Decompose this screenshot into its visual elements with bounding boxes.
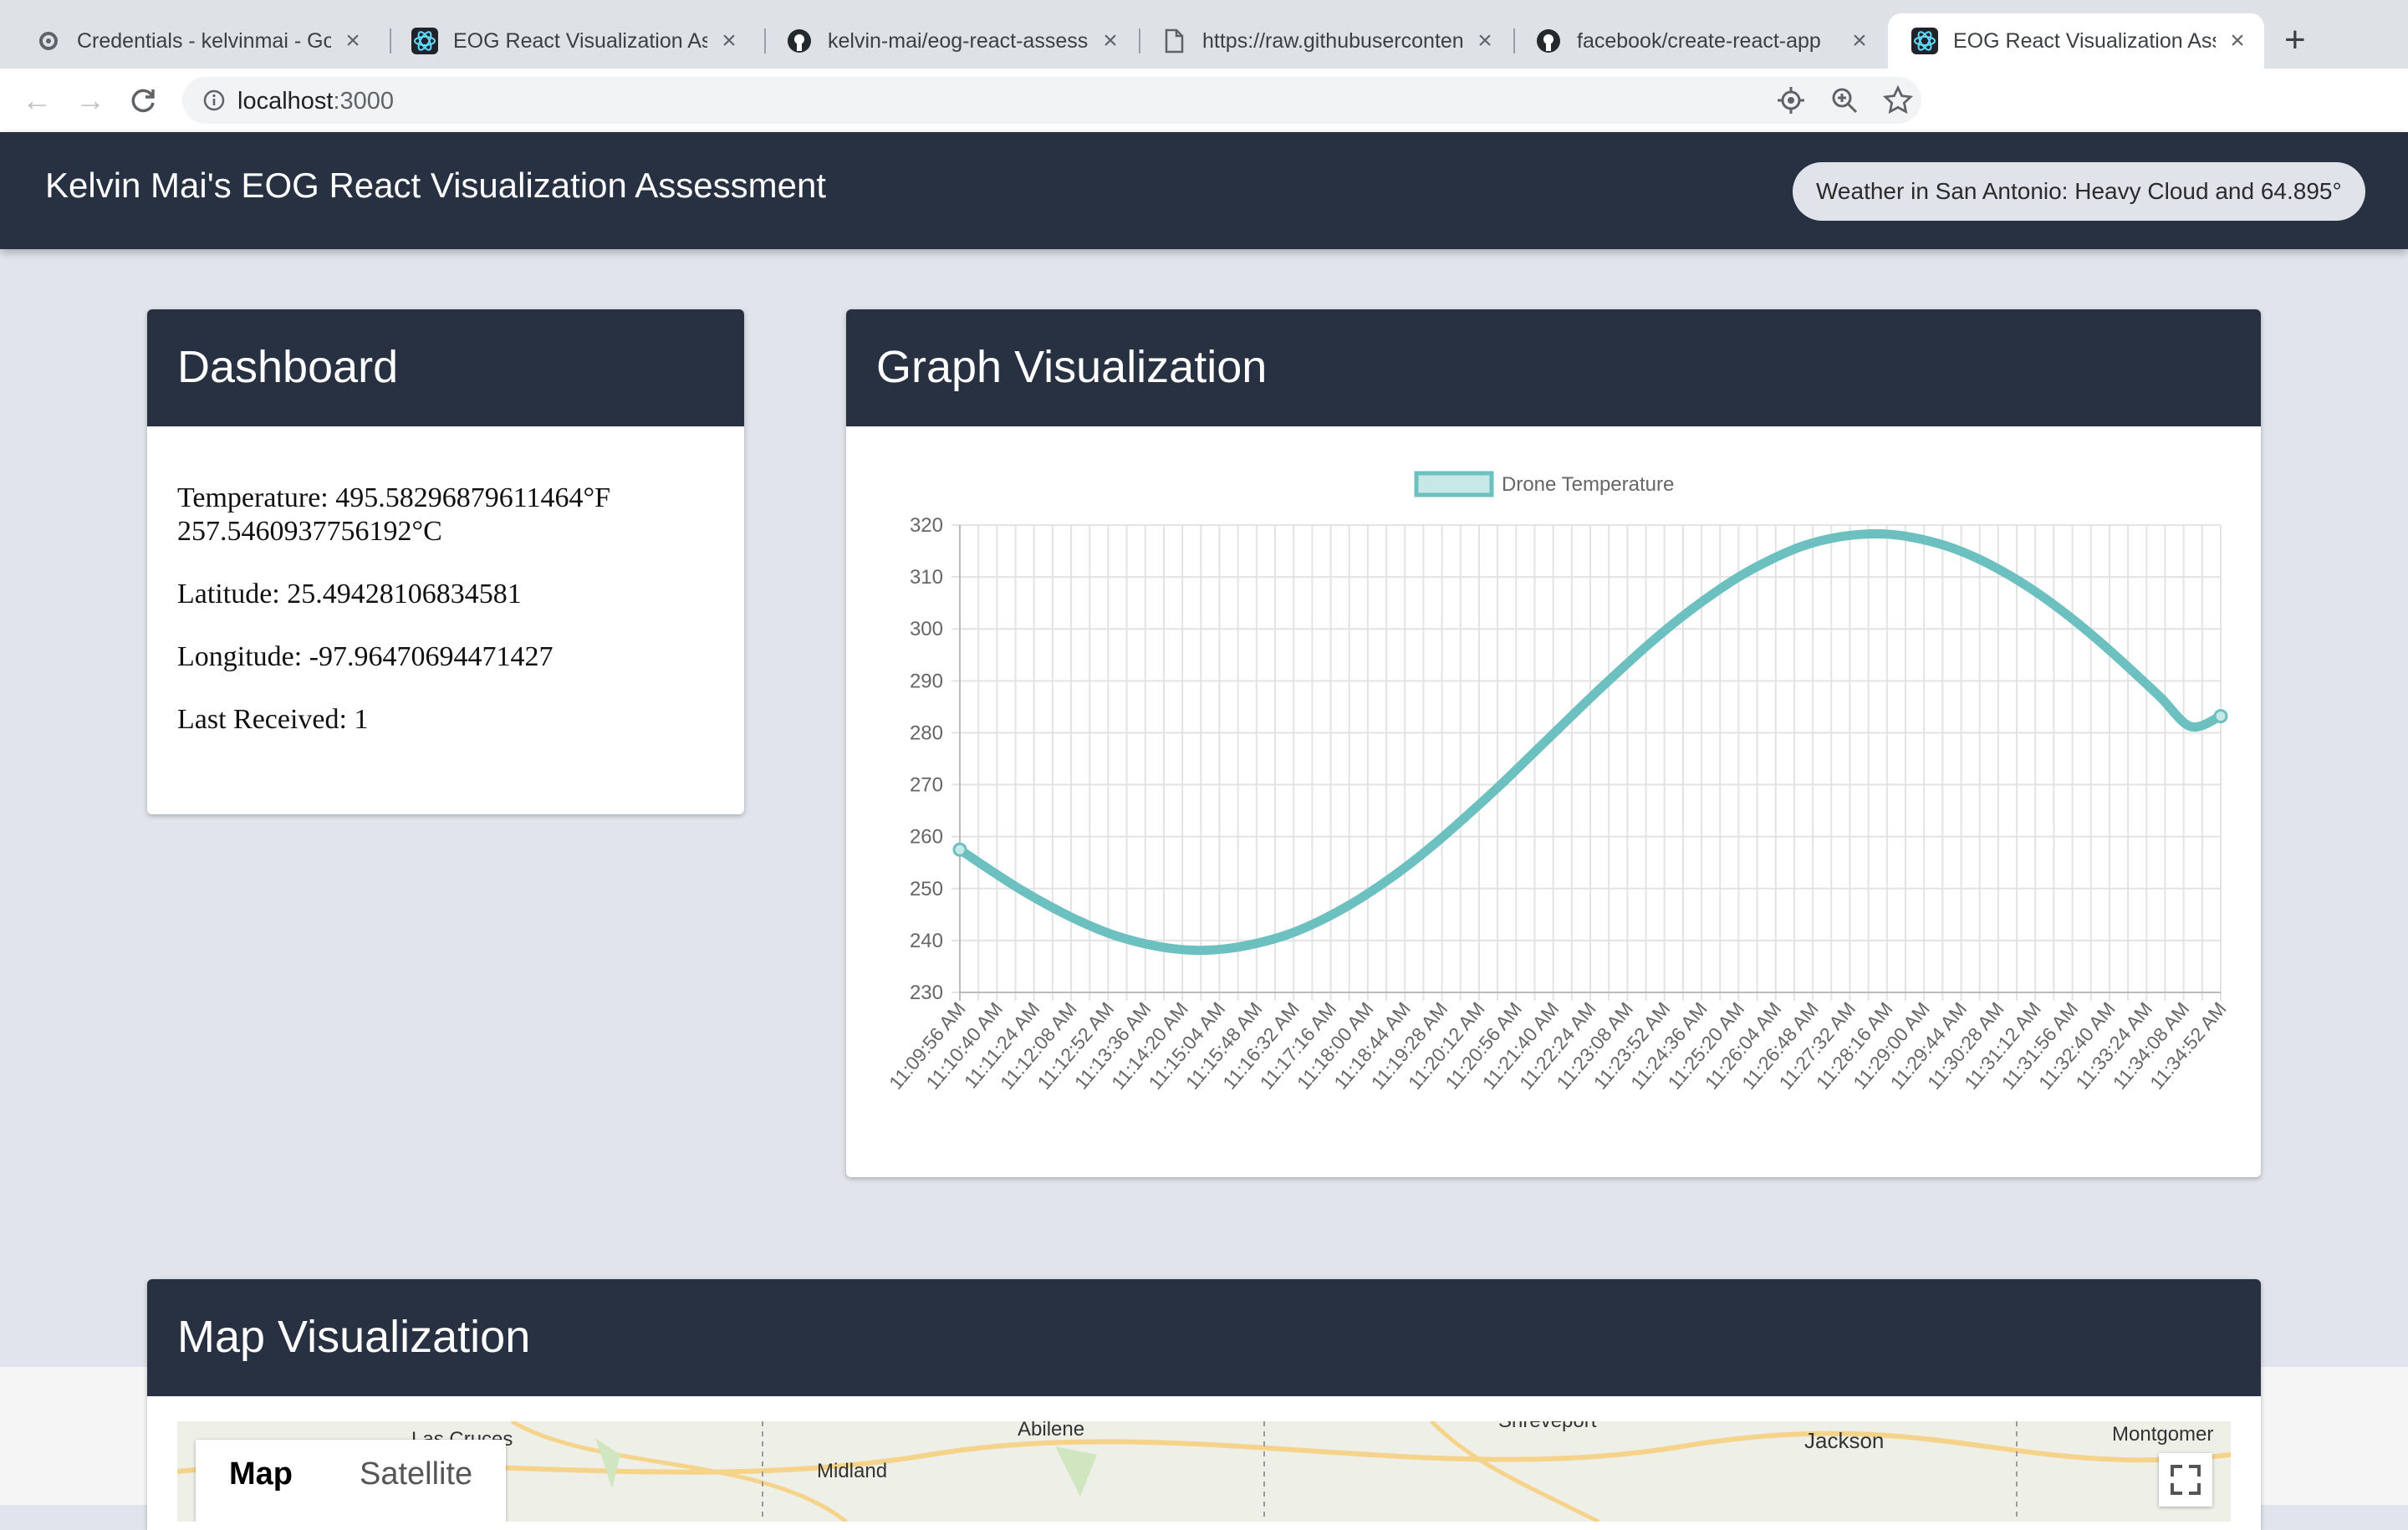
legend-swatch (1414, 471, 1494, 497)
reload-icon (131, 89, 155, 113)
tab-title: EOG React Visualization Assessment (1953, 28, 2216, 53)
url-host: localhost (237, 88, 334, 115)
dashboard-title: Dashboard (177, 342, 399, 392)
browser-tab-strip: Credentials - kelvinmai - Google × EOG R… (0, 0, 2408, 69)
map-city-label: Montgomer (2112, 1423, 2214, 1446)
close-icon[interactable]: × (1848, 27, 1871, 55)
tab-title: https://raw.githubusercontent.com (1202, 28, 1463, 53)
address-bar[interactable]: localhost:3000 (182, 77, 1921, 124)
back-button[interactable]: ← (15, 79, 59, 122)
map-city-label: Midland (817, 1460, 888, 1482)
tab-title: facebook/create-react-app (1577, 28, 1821, 53)
react-icon (411, 28, 438, 54)
close-icon[interactable]: × (717, 27, 741, 55)
url-port: :3000 (333, 88, 395, 115)
app-title: Kelvin Mai's EOG React Visualization Ass… (45, 166, 826, 205)
latitude-reading: Latitude: 25.49428106834581 (177, 579, 522, 609)
close-icon[interactable]: × (341, 27, 365, 55)
close-icon[interactable]: × (1099, 27, 1122, 55)
browser-tab[interactable]: facebook/create-react-app × (1512, 13, 1886, 69)
y-axis: 230 240 250 260 270 280 290 300 310 320 (910, 514, 943, 1004)
map-type-map-button[interactable]: Map (196, 1440, 326, 1522)
map-city-label: Abilene (1018, 1421, 1085, 1441)
map-title: Map Visualization (177, 1312, 531, 1362)
browser-tab[interactable]: EOG React Visualization Assessment × (388, 13, 756, 69)
y-tick-label: 310 (910, 566, 943, 589)
map-city-label: Shreveport (1498, 1421, 1596, 1433)
y-tick-label: 240 (910, 930, 943, 952)
map-type-satellite-button[interactable]: Satellite (326, 1440, 506, 1522)
y-tick-label: 290 (910, 670, 943, 692)
last-received: Last Received: 1 (177, 704, 369, 735)
map-card: Map Visualization Las Cruces Abilene Mid… (147, 1279, 2261, 1530)
zoom-icon[interactable] (1829, 85, 1860, 115)
y-tick-label: 280 (910, 722, 943, 744)
react-icon (1911, 28, 1938, 54)
browser-toolbar: ← → localhost:3000 9 ⋮ (0, 69, 2408, 191)
map-city-label: Jackson (1804, 1428, 1885, 1453)
data-point (952, 842, 967, 857)
tab-title: EOG React Visualization Assessment (453, 28, 707, 53)
fullscreen-button[interactable] (2159, 1453, 2212, 1507)
star-icon[interactable] (1883, 85, 1913, 115)
temperature-reading: Temperature: 495.58296879611464°F 257.546… (177, 482, 714, 548)
github-icon (788, 29, 811, 53)
longitude-reading: Longitude: -97.96470694471427 (177, 641, 554, 672)
tab-title: kelvin-mai/eog-react-assessment (828, 28, 1089, 53)
fullscreen-icon (2171, 1465, 2201, 1495)
y-tick-label: 230 (910, 982, 943, 1004)
browser-tab[interactable]: Credentials - kelvinmai - Google × (12, 13, 380, 69)
y-tick-label: 260 (910, 826, 943, 849)
tab-title: Credentials - kelvinmai - Google (77, 28, 331, 53)
gear-icon (39, 32, 58, 50)
forward-button[interactable]: → (69, 79, 112, 122)
browser-tab[interactable]: https://raw.githubusercontent.com × (1137, 13, 1512, 69)
map-area[interactable]: Las Cruces Abilene Midland Shreveport Ja… (177, 1421, 2231, 1522)
url-text: localhost:3000 (237, 88, 394, 115)
graph-title: Graph Visualization (876, 342, 1268, 392)
browser-tab-active[interactable]: EOG React Visualization Assessment × (1888, 13, 2264, 69)
chart-legend: Drone Temperature (1414, 471, 1674, 497)
x-axis: 11:09:56 AM11:10:40 AM11:11:24 AM11:12:0… (885, 998, 2231, 1094)
legend-label: Drone Temperature (1502, 473, 1674, 496)
map-type-toggle: Map Satellite (196, 1440, 507, 1522)
close-icon[interactable]: × (2226, 27, 2249, 55)
dashboard-body: Temperature: 495.58296879611464°F 257.546… (147, 426, 744, 737)
github-icon (1537, 29, 1560, 53)
info-icon[interactable] (202, 89, 226, 112)
close-icon[interactable]: × (1473, 27, 1497, 55)
temperature-c: 257.5460937756192°C (177, 516, 442, 547)
card-header: Graph Visualization (846, 309, 2261, 426)
y-tick-label: 320 (910, 514, 943, 537)
y-tick-label: 300 (910, 618, 943, 640)
data-point (2213, 709, 2228, 724)
app-header: Kelvin Mai's EOG React Visualization Ass… (0, 132, 2408, 249)
y-tick-label: 250 (910, 878, 943, 900)
file-icon (1165, 28, 1184, 54)
y-tick-label: 270 (910, 774, 943, 797)
weather-chip: Weather in San Antonio: Heavy Cloud and … (1793, 162, 2365, 221)
location-icon[interactable] (1776, 85, 1806, 115)
card-header: Map Visualization (147, 1279, 2261, 1396)
new-tab-button[interactable]: + (2284, 22, 2306, 59)
reload-button[interactable] (122, 79, 166, 122)
temperature-chart: Drone Temperature 230 240 250 260 270 280 290 3… (885, 471, 2231, 1094)
temperature-f: Temperature: 495.58296879611464°F (177, 482, 610, 513)
graph-card: Graph Visualization Drone Temperature 23… (846, 309, 2261, 1177)
chart-grid (951, 524, 2222, 1001)
browser-tab[interactable]: kelvin-mai/eog-react-assessment × (763, 13, 1137, 69)
dashboard-card: Dashboard Temperature: 495.5829687961146… (147, 309, 744, 814)
card-header: Dashboard (147, 309, 744, 426)
